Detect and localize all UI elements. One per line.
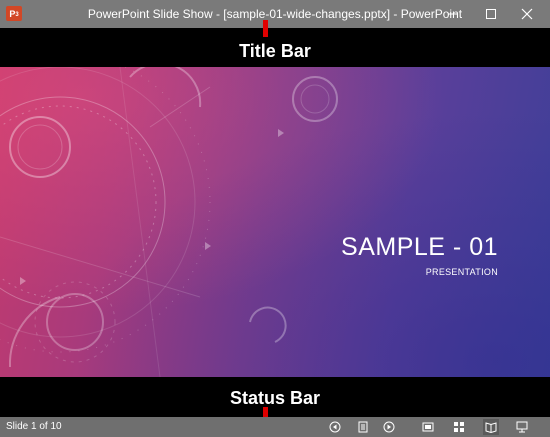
slide-show-button[interactable] bbox=[514, 419, 530, 435]
slide-background-decoration bbox=[0, 67, 338, 377]
reading-view-icon bbox=[485, 422, 497, 433]
slide-counter: Slide 1 of 10 bbox=[6, 421, 62, 432]
presenter-view-button[interactable] bbox=[420, 419, 436, 435]
slide-menu-button[interactable] bbox=[355, 419, 371, 435]
previous-icon bbox=[329, 421, 341, 433]
slide-sorter-button[interactable] bbox=[451, 419, 467, 435]
slide-sorter-icon bbox=[454, 422, 464, 432]
next-slide-button[interactable] bbox=[381, 419, 397, 435]
title-bar: P3 PowerPoint Slide Show - [sample-01-wi… bbox=[0, 0, 550, 28]
slide-canvas[interactable]: SAMPLE - 01 PRESENTATION bbox=[0, 67, 550, 377]
maximize-icon bbox=[486, 9, 496, 19]
slide-subtitle: PRESENTATION bbox=[425, 267, 498, 277]
reading-view-button[interactable] bbox=[483, 419, 499, 435]
slide-show-icon bbox=[516, 421, 528, 433]
next-icon bbox=[383, 421, 395, 433]
minimize-icon bbox=[448, 13, 458, 15]
slide-menu-icon bbox=[358, 421, 368, 433]
close-icon bbox=[521, 8, 533, 20]
status-bar: Slide 1 of 10 bbox=[0, 417, 550, 437]
status-bar-callout-label: Status Bar bbox=[229, 388, 321, 408]
title-bar-callout-marker bbox=[263, 20, 268, 37]
presenter-view-icon bbox=[422, 422, 434, 432]
slide-title: SAMPLE - 01 bbox=[341, 233, 498, 261]
close-button[interactable] bbox=[504, 0, 550, 28]
previous-slide-button[interactable] bbox=[327, 419, 343, 435]
title-bar-callout-label: Title Bar bbox=[239, 41, 311, 61]
